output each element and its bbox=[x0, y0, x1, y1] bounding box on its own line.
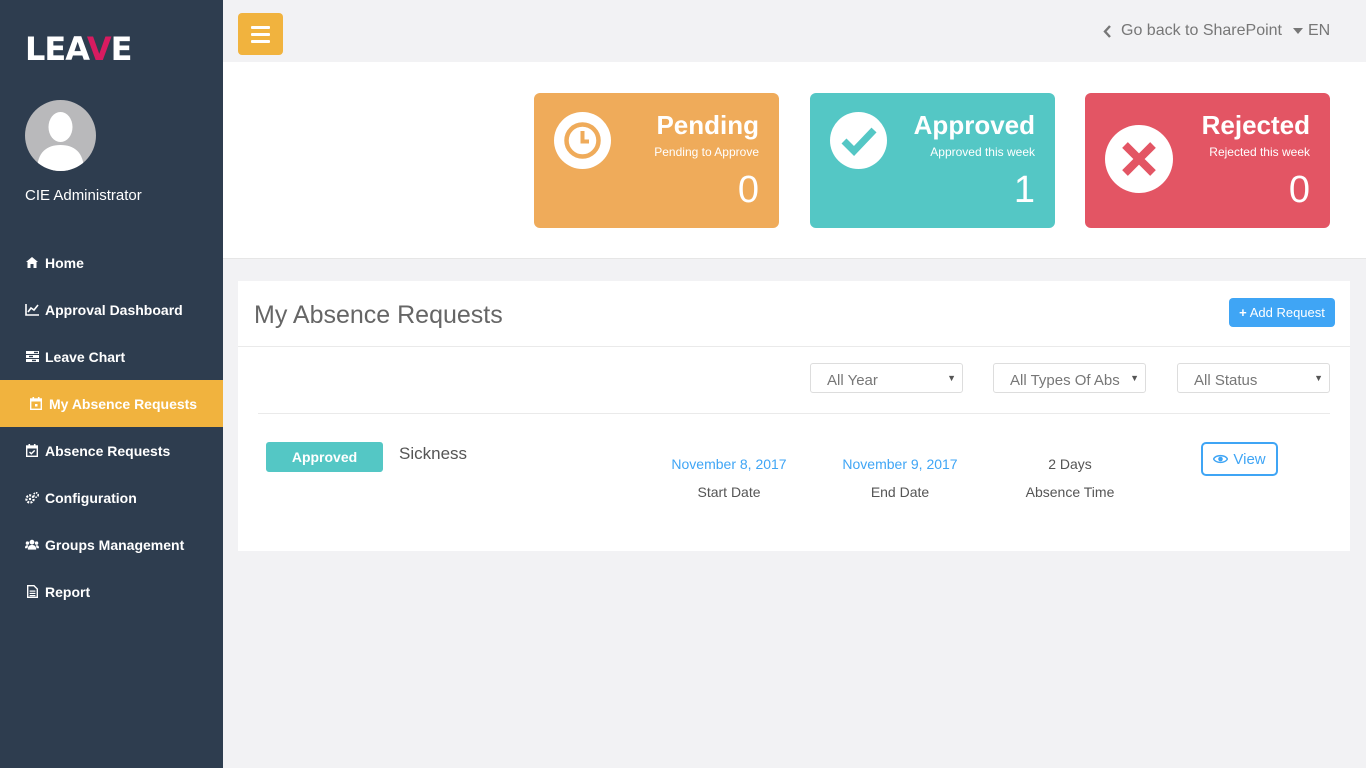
user-name: CIE Administrator bbox=[25, 187, 142, 204]
top-bar: Go back to SharePoint EN bbox=[223, 0, 1366, 62]
calendar-icon bbox=[29, 397, 43, 411]
approved-title: Approved bbox=[913, 110, 1035, 140]
sidebar-item-approval-dashboard[interactable]: Approval Dashboard bbox=[0, 286, 223, 333]
status-badge: Approved bbox=[266, 442, 383, 472]
pending-title: Pending bbox=[656, 110, 759, 140]
sidebar-item-absence-requests[interactable]: Absence Requests bbox=[0, 427, 223, 474]
sidebar-item-label: Report bbox=[45, 583, 91, 600]
sidebar: LEAVE CIE Administrator Home Approval Da… bbox=[0, 0, 223, 768]
pending-subtitle: Pending to Approve bbox=[654, 145, 759, 159]
year-filter-select[interactable]: All Year ▼ bbox=[810, 363, 963, 393]
caret-down-icon: ▼ bbox=[1130, 373, 1139, 383]
view-label: View bbox=[1233, 450, 1266, 468]
check-icon bbox=[830, 112, 887, 169]
file-text-icon bbox=[25, 585, 39, 599]
tasks-icon bbox=[25, 350, 39, 364]
rejected-subtitle: Rejected this week bbox=[1209, 145, 1310, 159]
sidebar-item-label: Groups Management bbox=[45, 536, 185, 553]
calendar-check-icon bbox=[25, 444, 39, 458]
back-to-sharepoint-link[interactable]: Go back to SharePoint bbox=[1103, 22, 1282, 40]
hamburger-icon bbox=[251, 25, 270, 29]
sidebar-item-configuration[interactable]: Configuration bbox=[0, 474, 223, 521]
absence-time-label: Absence Time bbox=[1025, 484, 1115, 500]
sidebar-item-my-absence-requests[interactable]: My Absence Requests bbox=[0, 380, 223, 427]
add-request-label: Add Request bbox=[1249, 305, 1325, 320]
end-date-value: November 9, 2017 bbox=[842, 456, 958, 472]
plus-icon: + bbox=[1239, 305, 1247, 320]
start-date-column: November 8, 2017 Start Date bbox=[654, 456, 804, 500]
app-logo[interactable]: LEAVE bbox=[25, 30, 132, 68]
line-chart-icon bbox=[25, 303, 39, 317]
rejected-title: Rejected bbox=[1201, 110, 1310, 140]
absence-time-value: 2 Days bbox=[1048, 456, 1092, 472]
sidebar-item-label: My Absence Requests bbox=[49, 395, 198, 412]
caret-down-icon bbox=[1293, 28, 1303, 34]
start-date-label: Start Date bbox=[697, 484, 761, 500]
sidebar-item-home[interactable]: Home bbox=[0, 239, 223, 286]
status-filter-select[interactable]: All Status ▼ bbox=[1177, 363, 1330, 393]
absence-type: Sickness bbox=[399, 444, 468, 463]
menu-toggle-button[interactable] bbox=[238, 13, 283, 55]
page-title: My Absence Requests bbox=[254, 301, 503, 329]
close-icon bbox=[1105, 125, 1173, 193]
gears-icon bbox=[25, 491, 39, 505]
divider bbox=[258, 413, 1330, 414]
divider bbox=[238, 346, 1350, 347]
approved-count: 1 bbox=[1013, 169, 1035, 211]
caret-down-icon: ▼ bbox=[1314, 373, 1323, 383]
end-date-column: November 9, 2017 End Date bbox=[825, 456, 975, 500]
chevron-left-icon bbox=[1103, 24, 1111, 38]
pending-count: 0 bbox=[737, 169, 759, 211]
sidebar-item-label: Absence Requests bbox=[45, 442, 171, 459]
sidebar-item-label: Configuration bbox=[45, 489, 137, 506]
sidebar-item-label: Leave Chart bbox=[45, 348, 126, 365]
caret-down-icon: ▼ bbox=[947, 373, 956, 383]
sidebar-item-leave-chart[interactable]: Leave Chart bbox=[0, 333, 223, 380]
rejected-count: 0 bbox=[1288, 169, 1310, 211]
clock-icon bbox=[554, 112, 611, 169]
users-icon bbox=[25, 538, 39, 552]
back-link-label: Go back to SharePoint bbox=[1121, 22, 1282, 39]
language-label: EN bbox=[1308, 22, 1331, 39]
year-filter-value: All Year bbox=[827, 372, 878, 389]
add-request-button[interactable]: + Add Request bbox=[1229, 298, 1335, 327]
stats-band: Pending Pending to Approve 0 Approved Ap… bbox=[223, 62, 1366, 259]
status-filter-value: All Status bbox=[1194, 372, 1258, 389]
rejected-card[interactable]: Rejected Rejected this week 0 bbox=[1085, 93, 1330, 228]
view-button[interactable]: View bbox=[1201, 442, 1278, 476]
sidebar-item-groups-management[interactable]: Groups Management bbox=[0, 521, 223, 568]
sidebar-item-label: Approval Dashboard bbox=[45, 301, 183, 318]
absence-type-filter-value: All Types Of Abs bbox=[1010, 372, 1120, 389]
approved-subtitle: Approved this week bbox=[930, 145, 1035, 159]
sidebar-item-report[interactable]: Report bbox=[0, 568, 223, 615]
approved-card[interactable]: Approved Approved this week 1 bbox=[810, 93, 1055, 228]
absence-time-column: 2 Days Absence Time bbox=[995, 456, 1145, 500]
pending-card[interactable]: Pending Pending to Approve 0 bbox=[534, 93, 779, 228]
home-icon bbox=[25, 256, 39, 270]
sidebar-item-label: Home bbox=[45, 254, 84, 271]
eye-icon bbox=[1213, 454, 1229, 464]
end-date-label: End Date bbox=[870, 484, 930, 500]
avatar bbox=[25, 100, 96, 171]
sidebar-nav: Home Approval Dashboard Leave Chart My A… bbox=[0, 239, 223, 615]
start-date-value: November 8, 2017 bbox=[671, 456, 787, 472]
absence-type-filter-select[interactable]: All Types Of Abs ▼ bbox=[993, 363, 1146, 393]
language-selector[interactable]: EN bbox=[1293, 22, 1330, 40]
absence-requests-panel: My Absence Requests + Add Request All Ye… bbox=[238, 281, 1350, 551]
